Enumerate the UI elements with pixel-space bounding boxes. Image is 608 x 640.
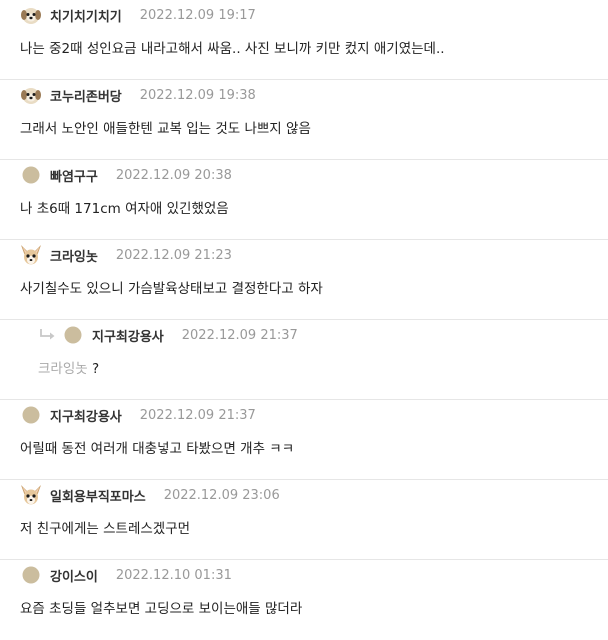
comment-timestamp: 2022.12.10 01:31 [115,567,232,583]
comment-text: 요즘 초딩들 얼추보면 고딩으로 보이는애들 많더라 [20,601,303,617]
reply-arrow-icon [38,328,56,342]
comment-author[interactable]: 일회용부직포마스 [50,486,146,505]
comment-item: 치기치기치기 2022.12.09 19:17 나는 중2때 성인요금 내라고해… [0,0,608,80]
comment-timestamp: 2022.12.09 19:38 [139,87,256,103]
comment-header: 빠염구구 2022.12.09 20:38 [20,163,232,187]
comment-header: 지구최강용사 2022.12.09 21:37 [38,323,298,347]
comment-author[interactable]: 지구최강용사 [50,406,122,425]
comment-list: 치기치기치기 2022.12.09 19:17 나는 중2때 성인요금 내라고해… [0,0,608,640]
comment-text: 나는 중2때 성인요금 내라고해서 싸움.. 사진 보니까 키만 컸지 애기였는… [20,41,445,57]
plain-circle-avatar-icon[interactable] [22,566,40,584]
comment-timestamp: 2022.12.09 21:23 [115,247,232,263]
chihuahua-avatar-icon[interactable] [20,244,42,266]
comment-text: 사기칠수도 있으니 가슴발육상태보고 결정한다고 하자 [20,281,323,297]
comment-item: 일회용부직포마스 2022.12.09 23:06 저 친구에게는 스트레스겠구… [0,480,608,560]
comment-timestamp: 2022.12.09 23:06 [163,487,280,503]
reply-mention[interactable]: 크라잉놋 [38,361,88,377]
plain-circle-avatar-icon[interactable] [64,326,82,344]
plain-circle-avatar-icon[interactable] [22,406,40,424]
comment-header: 치기치기치기 2022.12.09 19:17 [20,3,256,27]
comment-author[interactable]: 지구최강용사 [92,326,164,345]
comment-header: 크라잉놋 2022.12.09 21:23 [20,243,232,267]
comment-text: 크라잉놋 ? [38,357,99,377]
comment-text: 저 친구에게는 스트레스겠구먼 [20,521,191,537]
reply-comment-item: 지구최강용사 2022.12.09 21:37 크라잉놋 ? [0,320,608,400]
comment-timestamp: 2022.12.09 20:38 [115,167,232,183]
comment-author[interactable]: 빠염구구 [50,166,98,185]
comment-timestamp: 2022.12.09 19:17 [139,7,256,23]
comment-header: 코누리존버당 2022.12.09 19:38 [20,83,256,107]
comment-item: 크라잉놋 2022.12.09 21:23 사기칠수도 있으니 가슴발육상태보고… [0,240,608,320]
comment-text: 어릴때 동전 여러개 대충넣고 타봤으면 개추 ㅋㅋ [20,441,295,457]
comment-timestamp: 2022.12.09 21:37 [139,407,256,423]
comment-text: 나 초6때 171cm 여자애 있긴했었음 [20,201,229,217]
comment-header: 일회용부직포마스 2022.12.09 23:06 [20,483,280,507]
comment-header: 지구최강용사 2022.12.09 21:37 [20,403,256,427]
puppy-avatar-icon[interactable] [20,4,42,26]
comment-author[interactable]: 강이스이 [50,566,98,585]
reply-text: ? [91,361,100,377]
comment-item: 빠염구구 2022.12.09 20:38 나 초6때 171cm 여자애 있긴… [0,160,608,240]
puppy-avatar-icon[interactable] [20,84,42,106]
comment-header: 강이스이 2022.12.10 01:31 [20,563,232,587]
comment-item: 강이스이 2022.12.10 01:31 요즘 초딩들 얼추보면 고딩으로 보… [0,560,608,640]
comment-item: 지구최강용사 2022.12.09 21:37 어릴때 동전 여러개 대충넣고 … [0,400,608,480]
comment-author[interactable]: 크라잉놋 [50,246,98,265]
comment-timestamp: 2022.12.09 21:37 [181,327,298,343]
comment-author[interactable]: 코누리존버당 [50,86,122,105]
plain-circle-avatar-icon[interactable] [22,166,40,184]
comment-text: 그래서 노안인 애들한텐 교복 입는 것도 나쁘지 않음 [20,121,311,137]
comment-item: 코누리존버당 2022.12.09 19:38 그래서 노안인 애들한텐 교복 … [0,80,608,160]
comment-author[interactable]: 치기치기치기 [50,6,122,25]
chihuahua-avatar-icon[interactable] [20,484,42,506]
